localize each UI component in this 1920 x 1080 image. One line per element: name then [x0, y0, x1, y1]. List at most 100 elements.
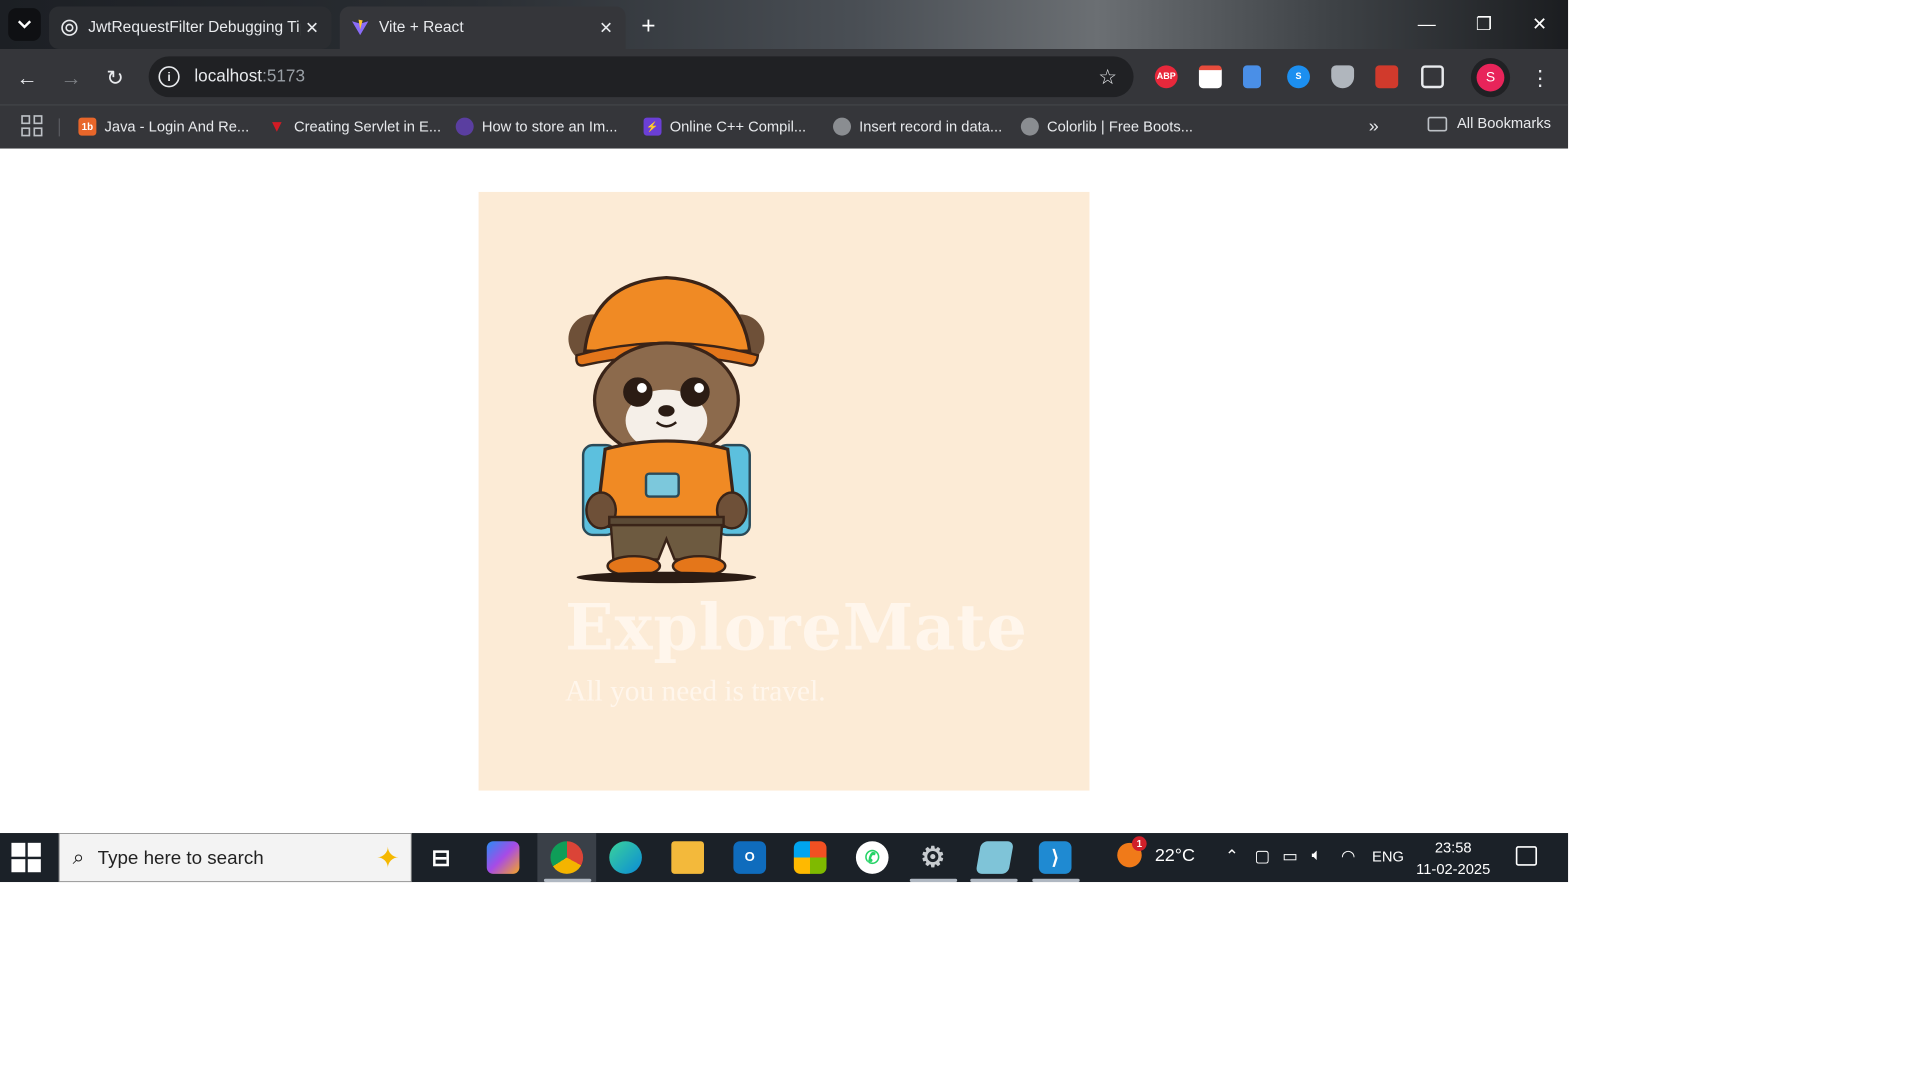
bookmark-label: How to store an Im...	[481, 118, 618, 135]
url-host: localhost	[194, 66, 263, 86]
restore-button[interactable]: ❐	[1464, 8, 1505, 41]
shazam-icon[interactable]: S	[1287, 65, 1310, 89]
volume-icon[interactable]: 🔈︎	[1312, 846, 1322, 865]
bookmark-item[interactable]: Insert record in data...	[833, 115, 1002, 138]
taskbar-clock[interactable]: 23:58 11-02-2025	[1416, 837, 1490, 879]
tab-title: JwtRequestFilter Debugging Tip	[88, 18, 301, 36]
battery-icon[interactable]: ▭	[1282, 846, 1297, 866]
bookmark-favicon-icon: ⚡	[643, 117, 662, 136]
bookmark-item[interactable]: ▼ Creating Servlet in E...	[268, 115, 441, 138]
url-port: :5173	[262, 66, 305, 86]
copilot-icon[interactable]	[486, 841, 520, 874]
bookmark-item[interactable]: How to store an Im...	[455, 115, 618, 138]
notification-center-icon[interactable]	[1515, 846, 1538, 866]
running-indicator	[970, 878, 1018, 883]
chrome-icon[interactable]	[550, 841, 584, 874]
clock-time: 23:58	[1434, 839, 1472, 856]
brand-title: ExploreMate	[565, 590, 1028, 665]
bookmark-item[interactable]: Colorlib | Free Boots...	[1020, 115, 1193, 138]
windows-start-icon[interactable]	[11, 842, 41, 873]
edge-icon[interactable]	[609, 841, 642, 874]
whatsapp-icon[interactable]: ✆	[855, 841, 889, 874]
search-placeholder: Type here to search	[97, 846, 264, 868]
folder-icon	[1427, 116, 1448, 132]
vite-icon	[351, 19, 369, 36]
running-indicator	[909, 878, 958, 883]
bear-mascot-illustration	[568, 276, 765, 584]
chevron-up-icon[interactable]: ⌃	[1225, 846, 1239, 866]
tab-strip: JwtRequestFilter Debugging Tip ✕ Vite + …	[0, 0, 1569, 50]
sparkle-icon: ✦	[376, 842, 400, 874]
bookmark-favicon-icon	[455, 117, 474, 136]
weather-widget[interactable]: 1 22°C	[1117, 836, 1195, 868]
meet-now-icon[interactable]: ▢	[1254, 846, 1269, 866]
more-bookmarks-chevron-icon[interactable]: »	[1369, 115, 1379, 136]
puzzle-red-icon[interactable]	[1375, 65, 1399, 89]
all-bookmarks-label: All Bookmarks	[1456, 115, 1551, 132]
close-window-button[interactable]: ✕	[1519, 8, 1560, 41]
tab-title: Vite + React	[378, 18, 464, 36]
settings-gear-icon[interactable]: ⚙	[916, 841, 949, 874]
bookmark-item[interactable]: ⚡ Online C++ Compil...	[643, 115, 807, 138]
language-indicator[interactable]: ENG	[1372, 849, 1404, 866]
bookmark-label: Colorlib | Free Boots...	[1047, 118, 1193, 135]
chevron-down-icon	[17, 20, 32, 29]
running-indicator	[543, 878, 592, 883]
close-tab-icon[interactable]: ✕	[301, 16, 324, 39]
globe-icon	[1020, 117, 1039, 136]
profile-avatar[interactable]: S	[1476, 63, 1505, 92]
task-view-icon[interactable]: ⊟	[425, 841, 458, 874]
bookmark-label: Creating Servlet in E...	[294, 118, 442, 135]
forward-button[interactable]: →	[57, 64, 85, 92]
file-explorer-icon[interactable]	[671, 841, 704, 874]
browser-toolbar: ← → ↻ i localhost:5173 ☆ ABP S S ⋮	[0, 49, 1569, 105]
reload-button[interactable]: ↻	[101, 64, 129, 92]
profile-initial: S	[1485, 69, 1496, 85]
logo-card: ExploreMate All you need is travel.	[478, 191, 1090, 791]
running-indicator	[1032, 878, 1080, 883]
bookmark-star-icon[interactable]: ☆	[1098, 65, 1117, 90]
ext-label: ABP	[1156, 71, 1176, 82]
shield-icon[interactable]	[1331, 65, 1355, 89]
vscode-icon[interactable]: ⟩	[1038, 841, 1072, 874]
minimize-button[interactable]: —	[1406, 8, 1447, 41]
site-info-icon[interactable]: i	[158, 66, 180, 88]
windows-taskbar: ⌕ Type here to search ✦ ⊟ O ✆ ⚙ ⟩ 1 22°C…	[0, 833, 1569, 883]
all-bookmarks-button[interactable]: All Bookmarks	[1427, 115, 1551, 132]
bookmark-favicon-icon: ▼	[268, 117, 285, 136]
taskbar-search-box[interactable]: ⌕ Type here to search ✦	[58, 833, 412, 883]
tab-jwt[interactable]: JwtRequestFilter Debugging Tip ✕	[49, 6, 332, 50]
new-tab-button[interactable]: +	[634, 11, 663, 40]
divider	[58, 118, 60, 137]
bookmark-label: Insert record in data...	[859, 118, 1003, 135]
brand-tagline: All you need is travel.	[565, 674, 826, 708]
weather-badge: 1	[1131, 836, 1147, 852]
openai-icon	[61, 19, 78, 36]
address-bar[interactable]: i localhost:5173 ☆	[148, 56, 1134, 98]
weather-sun-icon: 1	[1117, 836, 1147, 868]
page-viewport: ExploreMate All you need is travel.	[0, 148, 1569, 834]
adblock-plus-icon[interactable]: ABP	[1154, 65, 1178, 89]
notepad-icon[interactable]	[975, 841, 1014, 874]
bookmark-favicon-icon: 1b	[78, 117, 97, 136]
bookmark-item[interactable]: 1b Java - Login And Re...	[78, 115, 249, 138]
apps-grid-icon[interactable]	[21, 115, 43, 137]
store-icon[interactable]	[793, 841, 827, 874]
back-button[interactable]: ←	[13, 64, 41, 92]
bookmark-label: Java - Login And Re...	[104, 118, 250, 135]
bookmark-label: Online C++ Compil...	[669, 118, 807, 135]
wifi-icon[interactable]: ◠	[1341, 846, 1355, 866]
docs-icon[interactable]	[1243, 65, 1261, 89]
calendar-icon[interactable]	[1198, 65, 1222, 89]
url-text: localhost:5173	[194, 67, 305, 87]
clock-date: 11-02-2025	[1416, 860, 1491, 878]
extensions-puzzle-icon[interactable]	[1421, 65, 1444, 89]
outlook-icon[interactable]: O	[733, 841, 767, 874]
search-icon: ⌕	[72, 844, 85, 869]
weather-temp: 22°C	[1154, 844, 1195, 865]
tab-search-button[interactable]	[8, 8, 41, 41]
bookmarks-bar: 1b Java - Login And Re... ▼ Creating Ser…	[0, 104, 1569, 149]
tab-vite-react[interactable]: Vite + React ✕	[339, 6, 626, 50]
menu-kebab-icon[interactable]: ⋮	[1530, 64, 1551, 92]
close-tab-icon[interactable]: ✕	[595, 16, 618, 39]
